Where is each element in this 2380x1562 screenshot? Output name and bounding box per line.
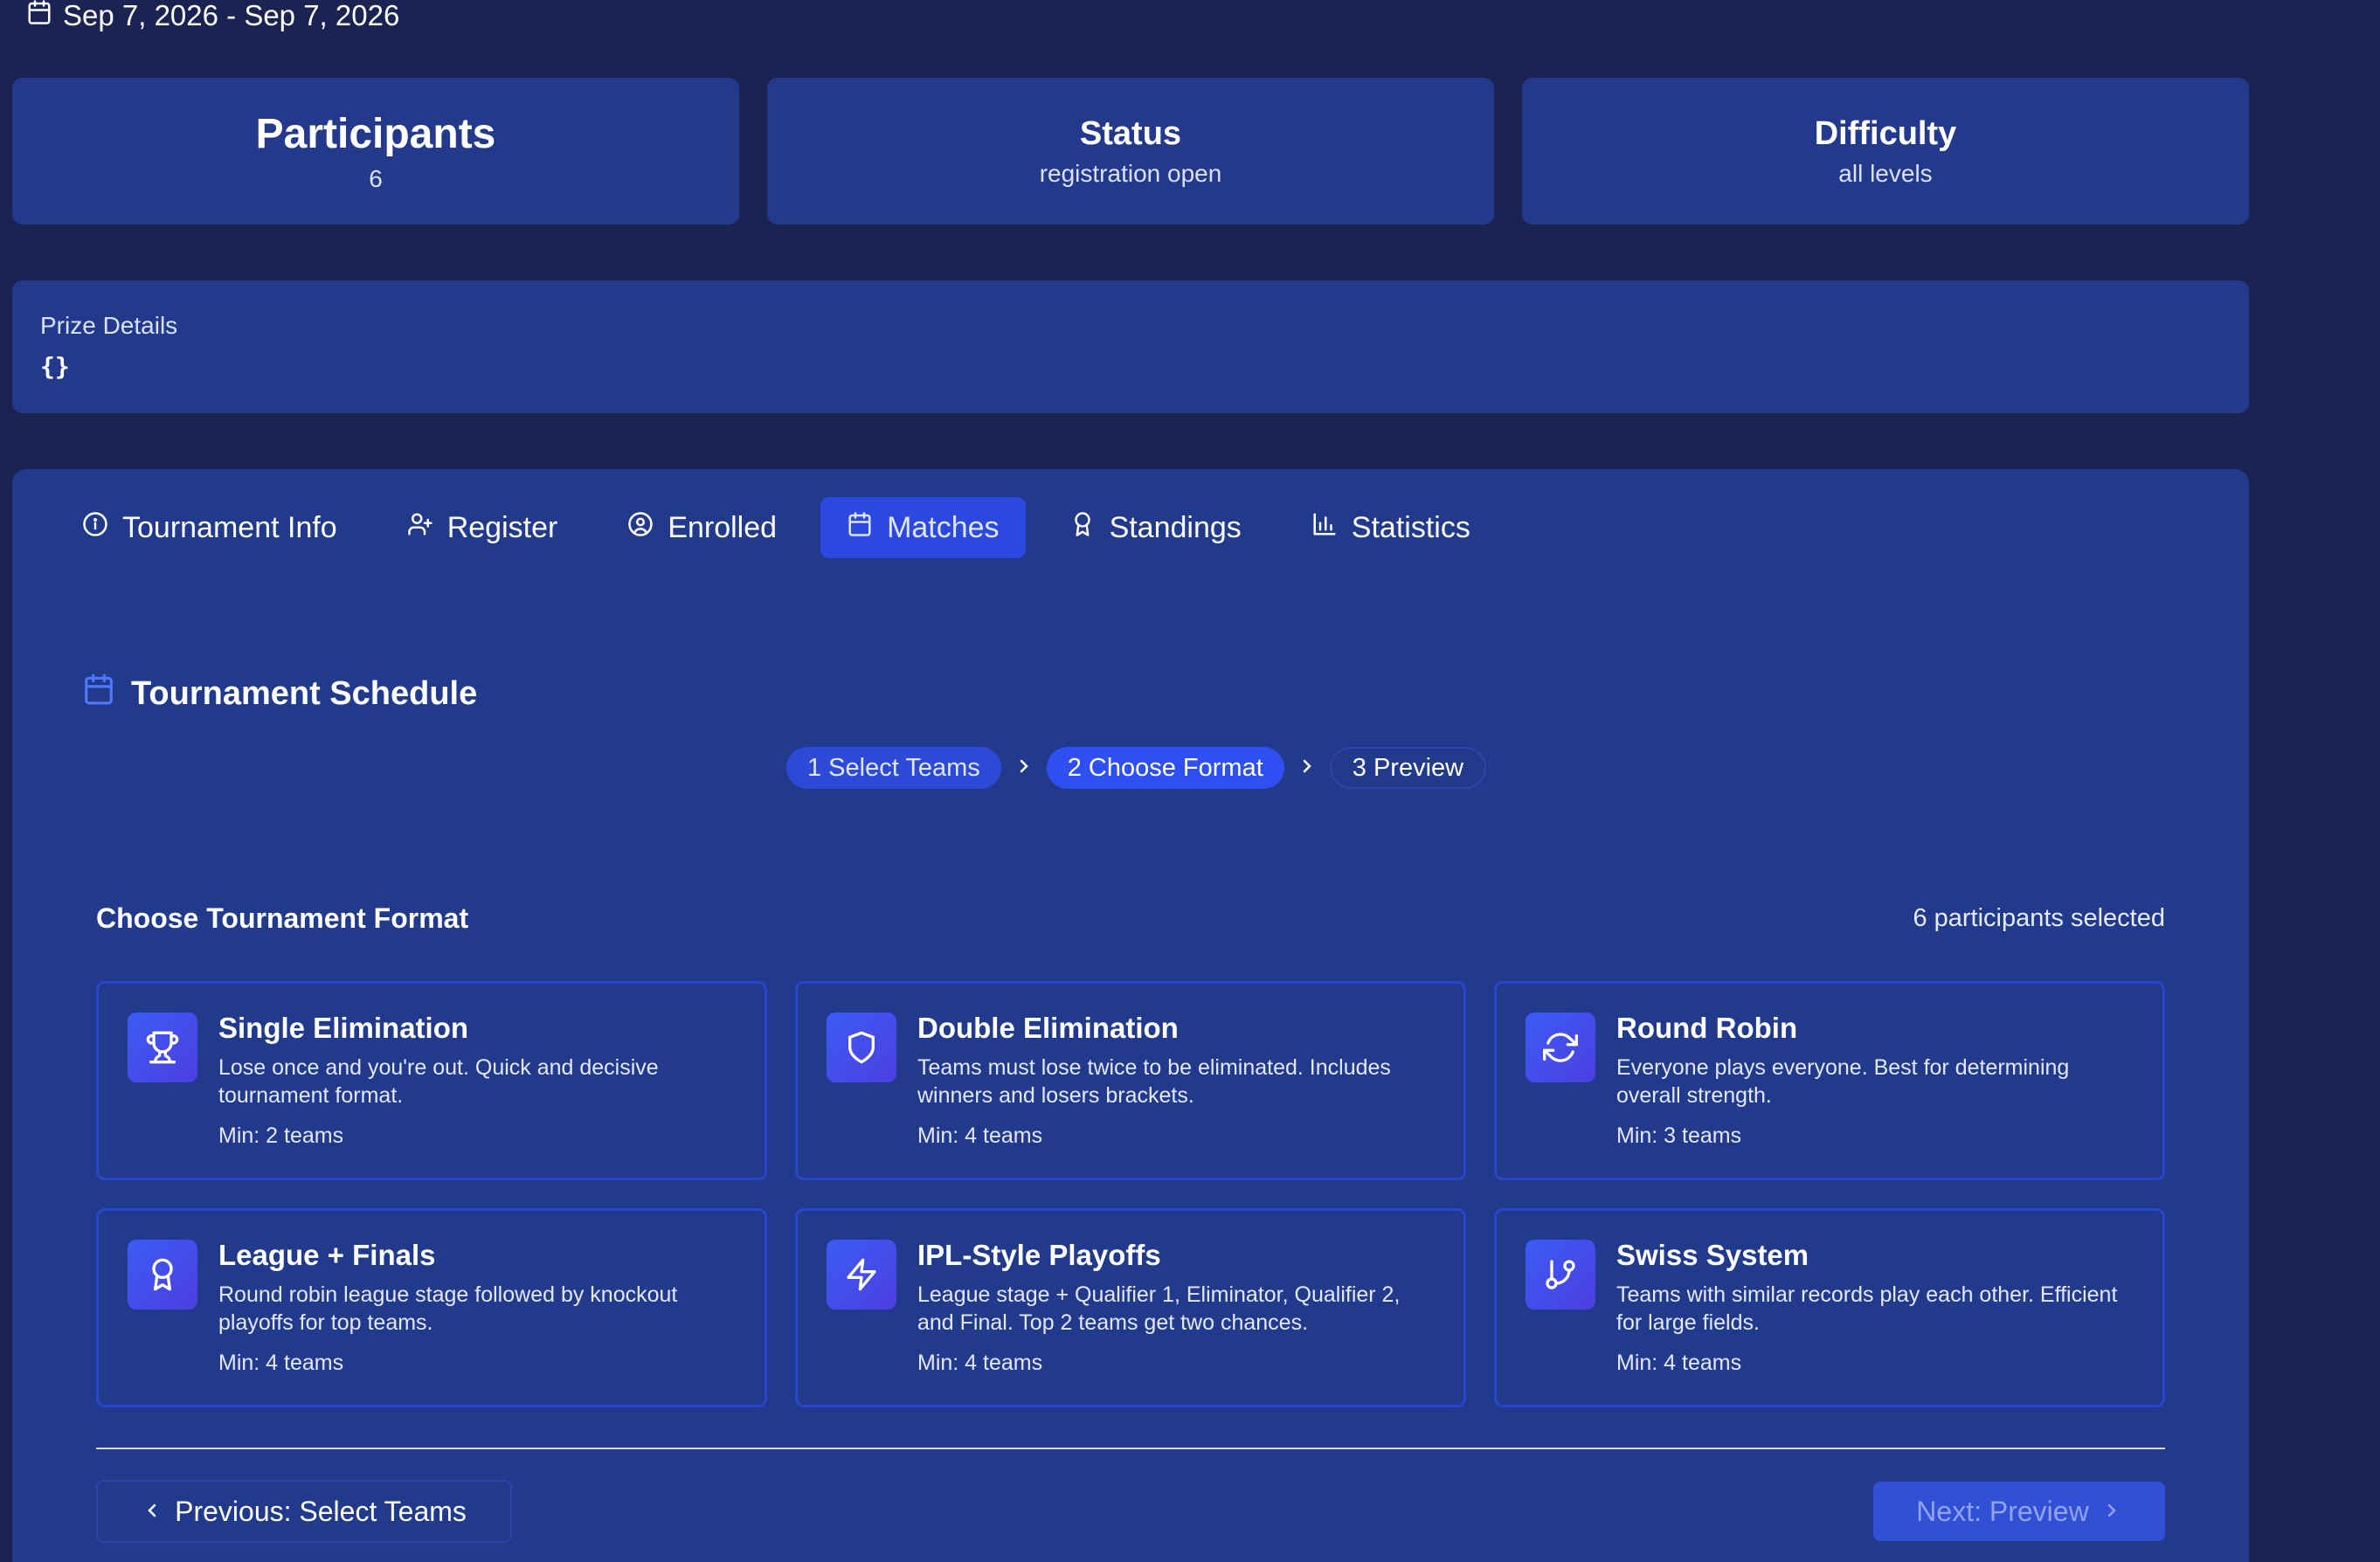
tab-matches[interactable]: Matches	[820, 497, 1026, 558]
tab-label: Statistics	[1351, 510, 1470, 544]
tab-label: Matches	[887, 510, 1000, 544]
calendar-icon	[82, 673, 115, 715]
format-card-single-elimination[interactable]: Single Elimination Lose once and you're …	[96, 981, 767, 1180]
git-branch-icon	[1526, 1240, 1595, 1310]
tab-label: Tournament Info	[122, 510, 337, 544]
schedule-title-text: Tournament Schedule	[131, 674, 478, 712]
tab-label: Enrolled	[668, 510, 778, 544]
participants-label: Participants	[255, 110, 496, 157]
divider	[96, 1448, 2165, 1449]
date-range-text: Sep 7, 2026 - Sep 7, 2026	[63, 0, 400, 31]
tab-enrolled[interactable]: Enrolled	[601, 497, 803, 558]
format-description: Round robin league stage followed by kno…	[218, 1282, 678, 1335]
wizard-stepper: 1 Select Teams 2 Choose Format 3 Preview	[786, 747, 1487, 789]
format-card-swiss-system[interactable]: Swiss System Teams with similar records …	[1494, 1208, 2165, 1407]
chevron-left-icon	[142, 1496, 163, 1528]
format-title: Swiss System	[1616, 1239, 1809, 1271]
tab-bar: Tournament Info Register Enrolled Matche…	[56, 497, 1497, 558]
format-description: Teams must lose twice to be eliminated. …	[917, 1055, 1391, 1108]
format-min: Min: 3 teams	[1616, 1123, 1742, 1148]
award-icon	[1069, 511, 1096, 545]
chevron-right-icon	[2101, 1496, 2122, 1528]
date-range: Sep 7, 2026 - Sep 7, 2026	[26, 0, 399, 31]
refresh-icon	[1526, 1013, 1595, 1082]
prize-details: Prize Details {}	[12, 280, 2249, 413]
format-min: Min: 4 teams	[917, 1351, 1043, 1375]
next-button[interactable]: Next: Preview	[1873, 1482, 2165, 1541]
prize-value: {}	[40, 352, 70, 381]
format-title: Single Elimination	[218, 1012, 469, 1044]
participants-card: Participants 6	[12, 78, 739, 225]
format-description: Everyone plays everyone. Best for determ…	[1616, 1055, 2070, 1108]
format-min: Min: 2 teams	[218, 1123, 344, 1148]
difficulty-label: Difficulty	[1814, 114, 1957, 152]
step-select-teams[interactable]: 1 Select Teams	[786, 747, 1001, 789]
shield-icon	[827, 1013, 896, 1082]
lightning-icon	[827, 1240, 896, 1310]
format-min: Min: 4 teams	[917, 1123, 1043, 1148]
format-min: Min: 4 teams	[218, 1351, 344, 1375]
previous-button-label: Previous: Select Teams	[175, 1495, 467, 1527]
trophy-icon	[128, 1013, 197, 1082]
award-icon	[128, 1240, 197, 1310]
bar-chart-icon	[1311, 511, 1338, 545]
calendar-icon	[26, 0, 52, 32]
info-icon	[82, 511, 108, 545]
format-description: Teams with similar records play each oth…	[1616, 1282, 2118, 1335]
tab-standings[interactable]: Standings	[1043, 497, 1268, 558]
format-description: Lose once and you're out. Quick and deci…	[218, 1055, 659, 1108]
format-title: Double Elimination	[917, 1012, 1179, 1044]
tab-tournament-info[interactable]: Tournament Info	[56, 497, 363, 558]
format-title: Round Robin	[1616, 1012, 1798, 1044]
step-choose-format[interactable]: 2 Choose Format	[1046, 747, 1284, 789]
schedule-title: Tournament Schedule	[82, 673, 477, 715]
format-card-ipl-playoffs[interactable]: IPL-Style Playoffs League stage + Qualif…	[795, 1208, 1466, 1407]
tab-label: Standings	[1109, 510, 1242, 544]
status-card: Status registration open	[767, 78, 1494, 225]
user-circle-icon	[627, 511, 654, 545]
difficulty-value: all levels	[1838, 159, 1933, 187]
format-card-round-robin[interactable]: Round Robin Everyone plays everyone. Bes…	[1494, 981, 2165, 1180]
chevron-right-icon	[1297, 756, 1318, 781]
format-title: League + Finals	[218, 1239, 436, 1271]
tab-label: Register	[446, 510, 558, 544]
next-button-label: Next: Preview	[1916, 1495, 2089, 1527]
status-label: Status	[1079, 114, 1182, 152]
format-title: IPL-Style Playoffs	[917, 1239, 1161, 1271]
user-plus-icon	[407, 511, 433, 545]
tournament-panel: Tournament Info Register Enrolled Matche…	[12, 469, 2249, 1562]
step-preview[interactable]: 3 Preview	[1329, 747, 1487, 789]
format-card-double-elimination[interactable]: Double Elimination Teams must lose twice…	[795, 981, 1466, 1180]
format-description: League stage + Qualifier 1, Eliminator, …	[917, 1282, 1401, 1335]
difficulty-card: Difficulty all levels	[1522, 78, 2249, 225]
calendar-icon	[847, 511, 873, 545]
tab-register[interactable]: Register	[381, 497, 585, 558]
chevron-right-icon	[1014, 756, 1034, 781]
format-card-league-finals[interactable]: League + Finals Round robin league stage…	[96, 1208, 767, 1407]
page: Sep 7, 2026 - Sep 7, 2026 Participants 6…	[0, 0, 2380, 1562]
status-value: registration open	[1039, 159, 1222, 187]
format-heading: Choose Tournament Format	[96, 902, 469, 934]
previous-button[interactable]: Previous: Select Teams	[96, 1480, 512, 1543]
format-min: Min: 4 teams	[1616, 1351, 1742, 1375]
participants-selected: 6 participants selected	[1913, 904, 2165, 932]
prize-label: Prize Details	[40, 312, 178, 339]
participants-value: 6	[369, 164, 383, 192]
tab-statistics[interactable]: Statistics	[1285, 497, 1497, 558]
